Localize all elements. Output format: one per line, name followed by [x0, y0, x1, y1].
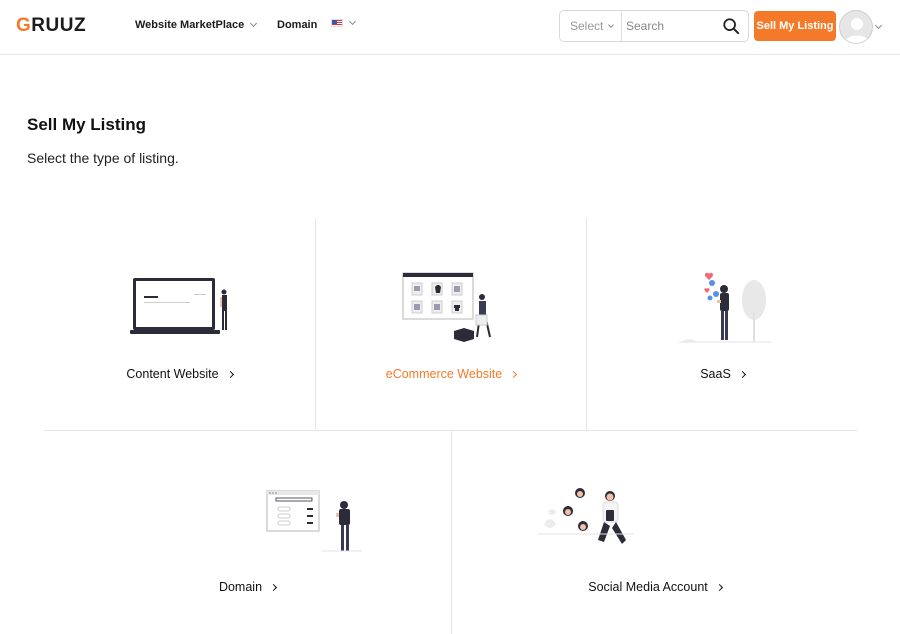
logo-accent-letter: G [16, 15, 32, 36]
nav-domain-label: Domain [277, 19, 318, 31]
page-title: Sell My Listing [27, 115, 147, 134]
social-media-illustration [538, 488, 634, 544]
card-ecommerce-website[interactable]: eCommerce Website [316, 218, 586, 430]
chevron-right-icon [226, 370, 234, 378]
search-icon[interactable] [722, 17, 740, 35]
sell-my-listing-button[interactable]: Sell My Listing [754, 11, 836, 41]
search-bar: Select [559, 10, 749, 42]
nav-website-marketplace[interactable]: Website MarketPlace [135, 19, 258, 31]
card-label: eCommerce Website [316, 367, 586, 381]
card-label-text: eCommerce Website [385, 367, 503, 381]
page-subtitle: Select the type of listing. [27, 150, 179, 166]
card-social-media-account[interactable]: Social Media Account [452, 431, 858, 634]
chevron-right-icon [510, 370, 518, 378]
card-label-text: SaaS [700, 367, 731, 381]
card-label: SaaS [587, 367, 858, 381]
domain-illustration [266, 490, 362, 552]
card-domain[interactable]: Domain [44, 431, 451, 634]
content-website-illustration [130, 278, 227, 334]
chevron-down-icon [348, 17, 357, 26]
search-category-select[interactable]: Select [560, 11, 622, 41]
card-label: Content Website [44, 367, 315, 381]
search-input[interactable] [622, 19, 722, 33]
nav-market-label: Website MarketPlace [135, 19, 245, 31]
select-label: Select [570, 19, 604, 33]
language-selector[interactable] [331, 17, 357, 27]
logo-text: RUUZ [31, 15, 87, 36]
user-avatar[interactable] [839, 10, 873, 44]
card-label-text: Social Media Account [588, 580, 708, 594]
gruuz-logo[interactable]: GRUUZ [16, 15, 86, 37]
chevron-down-icon [608, 21, 615, 28]
card-label: Domain [44, 580, 451, 594]
chevron-right-icon [715, 583, 723, 591]
chevron-down-icon[interactable] [874, 21, 883, 30]
nav-domain[interactable]: Domain [277, 19, 317, 31]
chevron-right-icon [738, 370, 746, 378]
card-content-website[interactable]: Content Website [44, 218, 315, 430]
saas-illustration [679, 272, 771, 343]
ecommerce-illustration [402, 272, 491, 342]
us-flag-icon [331, 19, 343, 27]
card-saas[interactable]: SaaS [587, 218, 858, 430]
card-label-text: Content Website [126, 367, 219, 381]
chevron-down-icon [250, 19, 258, 28]
user-avatar-icon [845, 18, 869, 43]
card-label-text: Domain [218, 580, 263, 594]
card-label: Social Media Account [452, 580, 858, 594]
top-header: GRUUZ Website MarketPlace Domain Select … [0, 0, 900, 55]
chevron-right-icon [269, 583, 278, 591]
